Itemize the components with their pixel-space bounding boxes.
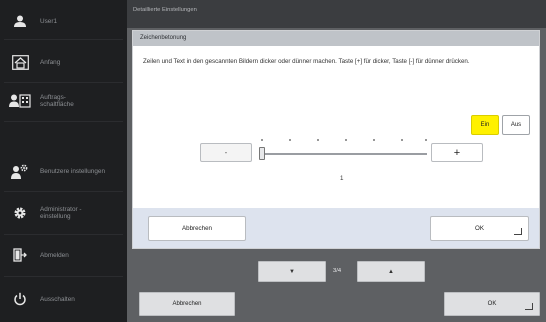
slider-track <box>259 153 427 155</box>
sidebar-item-logout[interactable]: Abmelden <box>0 234 127 276</box>
user-icon <box>0 15 40 27</box>
enter-corner-icon <box>525 303 533 310</box>
sidebar-item-label: Administrator - einstellung <box>40 206 82 220</box>
divider <box>4 276 123 277</box>
page-title: Detaillierte Einstellungen <box>127 0 546 28</box>
sidebar-item-label: Ausschalten <box>40 295 75 303</box>
logout-icon <box>0 248 40 262</box>
sidebar-item-label: Abmelden <box>40 251 69 259</box>
slider-thumb[interactable] <box>259 147 265 160</box>
sidebar-item-home[interactable]: Anfang <box>0 41 127 83</box>
sidebar-item-admin-settings[interactable]: Administrator - einstellung <box>0 192 127 234</box>
gear-icon <box>0 206 40 220</box>
sidebar-item-label: Benutzere instellungen <box>40 167 106 175</box>
user-settings-icon <box>0 164 40 179</box>
slider-tick <box>289 139 291 141</box>
dialog-description: Zeilen und Text in den gescannten Bilder… <box>143 58 470 65</box>
ok-label: OK <box>487 301 497 307</box>
slider-tick <box>345 139 347 141</box>
slider-value: 1 <box>340 175 344 182</box>
divider <box>4 39 123 40</box>
sidebar-item-label: Auftrags- schaltfläche <box>40 94 74 108</box>
page-up-button[interactable]: ▲ <box>357 261 425 282</box>
sidebar: User1 Anfang Auftrags- schaltfläche Benu… <box>0 0 127 322</box>
increase-button[interactable]: + <box>431 143 483 162</box>
dialog-ok-button[interactable]: OK <box>430 216 529 241</box>
dialog-footer: Abbrechen OK <box>133 208 539 248</box>
slider-tick <box>373 139 375 141</box>
triangle-down-icon: ▼ <box>289 268 295 275</box>
enter-corner-icon <box>514 228 522 235</box>
cancel-button[interactable]: Abbrechen <box>139 292 235 316</box>
triangle-up-icon: ▲ <box>388 268 394 275</box>
sidebar-item-power-off[interactable]: Ausschalten <box>0 278 127 320</box>
dialog-title: Zeichenbetonung <box>133 31 539 46</box>
ok-button[interactable]: OK <box>444 292 540 316</box>
sidebar-item-label: Anfang <box>40 58 61 66</box>
user-name: User1 <box>40 17 58 25</box>
dialog-cancel-button[interactable]: Abbrechen <box>148 216 246 241</box>
sidebar-item-job-status[interactable]: Auftrags- schaltfläche <box>0 80 127 122</box>
power-icon <box>0 292 40 306</box>
slider-tick <box>317 139 319 141</box>
thickness-slider[interactable] <box>259 139 429 167</box>
sidebar-item-user-settings[interactable]: Benutzere instellungen <box>0 150 127 192</box>
divider <box>4 121 123 122</box>
job-status-icon <box>0 94 40 108</box>
settings-dialog: Zeichenbetonung Zeilen und Text in den g… <box>132 30 540 249</box>
toggle-off-button[interactable]: Aus <box>502 115 530 135</box>
main-panel: Detaillierte Einstellungen Zeichenbetonu… <box>127 0 546 322</box>
user-item[interactable]: User1 <box>0 0 127 42</box>
decrease-button[interactable]: - <box>200 143 252 162</box>
ok-label: OK <box>475 225 484 232</box>
page-indicator: 3/4 <box>333 268 342 274</box>
slider-tick <box>425 139 427 141</box>
page-down-button[interactable]: ▼ <box>258 261 326 282</box>
slider-tick <box>401 139 403 141</box>
slider-tick <box>261 139 263 141</box>
toggle-on-button[interactable]: Ein <box>471 115 499 135</box>
home-icon <box>0 54 40 70</box>
